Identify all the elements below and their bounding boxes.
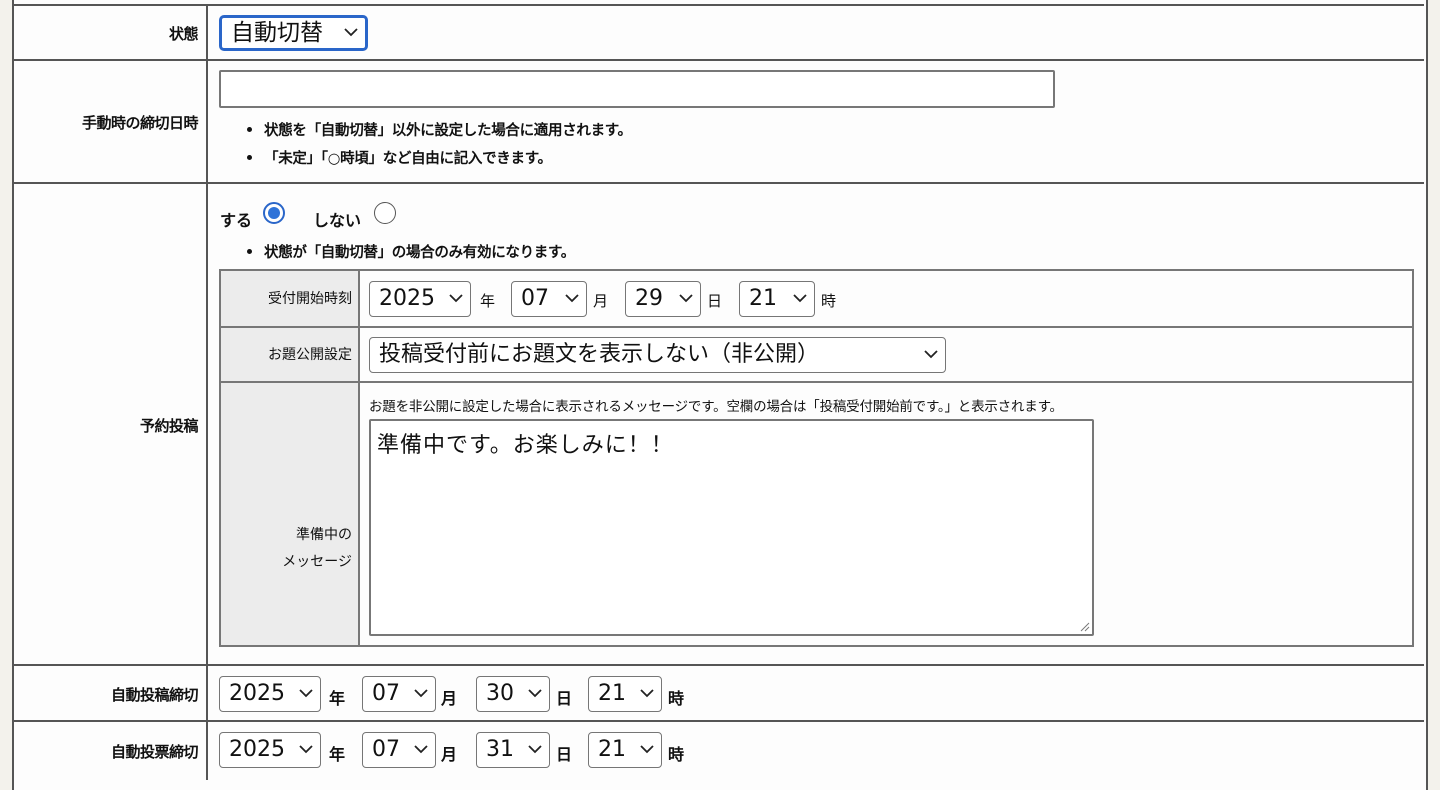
message-label: 準備中の メッセージ xyxy=(221,383,360,645)
vote-hour-select[interactable]: 21 xyxy=(588,732,662,768)
chevron-down-icon xyxy=(299,745,313,754)
vote-month-unit: 月 xyxy=(441,745,458,764)
chevron-down-icon xyxy=(640,689,654,698)
scheduled-label: 予約投稿 xyxy=(14,184,208,666)
auto-post-deadline-label: 自動投稿締切 xyxy=(14,666,208,722)
post-year-unit: 年 xyxy=(329,689,346,708)
chevron-down-icon xyxy=(414,689,428,698)
chevron-down-icon xyxy=(793,294,807,303)
message-label-line1: 準備中の xyxy=(296,527,352,543)
vote-year-unit: 年 xyxy=(329,745,346,764)
scheduled-note: 状態が「自動切替」の場合のみ有効になります。 xyxy=(247,241,575,262)
vote-day-unit: 日 xyxy=(556,745,573,764)
manual-deadline-input[interactable] xyxy=(219,70,1055,108)
start-month-unit: 月 xyxy=(593,292,609,310)
post-hour-select[interactable]: 21 xyxy=(588,676,662,712)
status-select[interactable]: 自動切替 xyxy=(219,15,368,51)
chevron-down-icon xyxy=(924,350,938,359)
auto-vote-deadline-label: 自動投票締切 xyxy=(14,722,208,780)
radio-label-yes: する xyxy=(220,211,253,230)
chevron-down-icon xyxy=(679,294,693,303)
start-hour-select[interactable]: 21 xyxy=(739,281,815,317)
radio-yes[interactable] xyxy=(263,202,285,224)
manual-deadline-note-1: 状態を「自動切替」以外に設定した場合に適用されます。 xyxy=(247,119,632,140)
vote-month-select[interactable]: 07 xyxy=(362,732,436,768)
radio-no[interactable] xyxy=(374,202,396,224)
row-status: 状態 自動切替 xyxy=(14,4,1424,61)
resize-grip-icon[interactable] xyxy=(1078,620,1090,632)
visibility-select[interactable]: 投稿受付前にお題文を表示しない（非公開） xyxy=(369,337,946,373)
start-year-select[interactable]: 2025 xyxy=(369,281,471,317)
vote-hour-unit: 時 xyxy=(668,745,685,764)
post-month-unit: 月 xyxy=(441,689,458,708)
message-textarea[interactable]: 準備中です。お楽しみに！！ xyxy=(369,419,1094,636)
chevron-down-icon xyxy=(528,745,542,754)
post-month-select[interactable]: 07 xyxy=(362,676,436,712)
manual-deadline-note-2: 「未定」「○時頃」など自由に記入できます。 xyxy=(247,147,552,168)
row-auto-post-deadline: 自動投稿締切 2025 年 07 月 30 日 21 時 xyxy=(14,664,1424,722)
row-auto-vote-deadline: 自動投票締切 2025 年 07 月 31 日 21 時 xyxy=(14,720,1424,780)
visibility-label: お題公開設定 xyxy=(221,328,360,383)
radio-label-no: しない xyxy=(313,211,362,230)
schedule-subtable: 受付開始時刻 2025 年 07 月 29 日 21 時 お題公開設定 投稿受付… xyxy=(219,269,1414,647)
subrow-visibility: お題公開設定 投稿受付前にお題文を表示しない（非公開） xyxy=(221,326,1412,383)
message-help-text: お題を非公開に設定した場合に表示されるメッセージです。空欄の場合は「投稿受付開始… xyxy=(369,399,1063,415)
vote-day-select[interactable]: 31 xyxy=(476,732,550,768)
status-select-value: 自動切替 xyxy=(231,19,323,46)
start-day-select[interactable]: 29 xyxy=(625,281,701,317)
start-day-unit: 日 xyxy=(707,292,723,310)
post-day-select[interactable]: 30 xyxy=(476,676,550,712)
status-label: 状態 xyxy=(14,6,208,61)
row-manual-deadline: 手動時の締切日時 状態を「自動切替」以外に設定した場合に適用されます。 「未定」… xyxy=(14,59,1424,184)
manual-deadline-label: 手動時の締切日時 xyxy=(14,61,208,184)
chevron-down-icon xyxy=(449,294,463,303)
start-time-label: 受付開始時刻 xyxy=(221,271,360,328)
start-month-select[interactable]: 07 xyxy=(511,281,587,317)
subrow-start-time: 受付開始時刻 2025 年 07 月 29 日 21 時 xyxy=(221,271,1412,328)
start-hour-unit: 時 xyxy=(821,292,837,310)
chevron-down-icon xyxy=(414,745,428,754)
chevron-down-icon xyxy=(640,745,654,754)
chevron-down-icon xyxy=(344,28,358,37)
post-day-unit: 日 xyxy=(556,689,573,708)
message-label-line2: メッセージ xyxy=(282,554,352,570)
post-hour-unit: 時 xyxy=(668,689,685,708)
chevron-down-icon xyxy=(299,689,313,698)
subrow-message: 準備中の メッセージ お題を非公開に設定した場合に表示されるメッセージです。空欄… xyxy=(221,381,1412,645)
post-year-select[interactable]: 2025 xyxy=(219,676,321,712)
start-year-unit: 年 xyxy=(480,292,496,310)
chevron-down-icon xyxy=(528,689,542,698)
chevron-down-icon xyxy=(565,294,579,303)
vote-year-select[interactable]: 2025 xyxy=(219,732,321,768)
